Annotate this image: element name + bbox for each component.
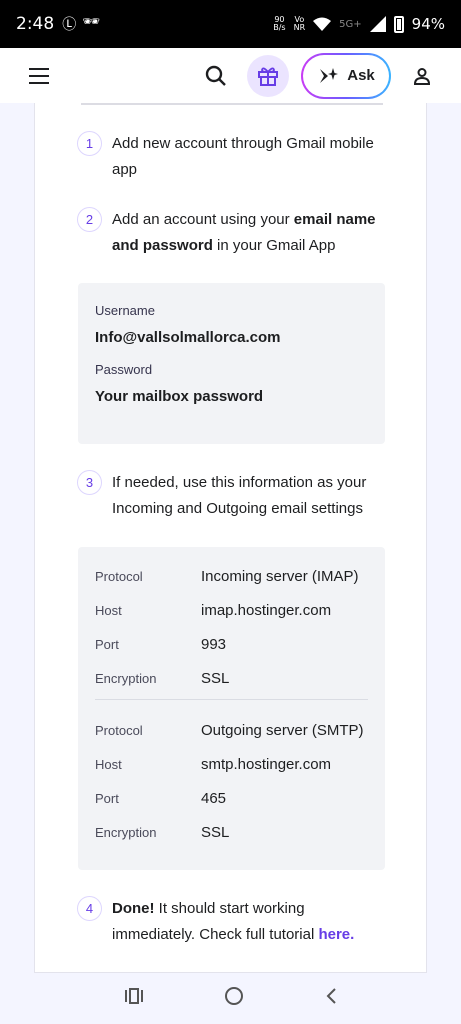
step-4: 4 Done! It should start working immediat… bbox=[77, 896, 387, 948]
incognito-icon: 🕶 bbox=[82, 14, 100, 30]
data-rate-indicator: 90 B/s bbox=[273, 15, 286, 32]
settings-row: Host imap.hostinger.com bbox=[95, 601, 332, 619]
tutorial-link[interactable]: here. bbox=[318, 926, 354, 943]
search-icon[interactable] bbox=[197, 57, 235, 95]
settings-row: Port 465 bbox=[95, 789, 227, 807]
username-value[interactable]: Info@vallsolmallorca.com bbox=[95, 329, 281, 346]
network-type: 5G+ bbox=[339, 18, 362, 30]
step-text: If needed, use this information as your … bbox=[112, 474, 367, 517]
step-number: 2 bbox=[77, 207, 102, 232]
settings-row: Encryption SSL bbox=[95, 669, 230, 687]
gift-icon[interactable] bbox=[247, 54, 289, 97]
top-navigation: Ask bbox=[0, 48, 461, 103]
settings-row: Port 993 bbox=[95, 635, 227, 653]
step-text: Add new account through Gmail mobile app bbox=[112, 135, 374, 178]
status-time: 2:48 bbox=[16, 14, 55, 34]
app-notification-icon: Ⓛ bbox=[62, 17, 77, 33]
settings-row: Encryption SSL bbox=[95, 823, 230, 841]
ask-button[interactable]: Ask bbox=[301, 53, 391, 99]
battery-percent: 94% bbox=[411, 15, 445, 33]
credentials-box: Username Info@vallsolmallorca.com Passwo… bbox=[78, 283, 385, 444]
recent-apps-button[interactable] bbox=[124, 988, 144, 1009]
step-3: 3 If needed, use this information as you… bbox=[77, 470, 387, 522]
password-label: Password bbox=[95, 362, 153, 377]
password-value: Your mailbox password bbox=[95, 388, 264, 405]
username-label: Username bbox=[95, 303, 155, 318]
system-navigation-bar bbox=[0, 973, 461, 1024]
settings-row: Protocol Incoming server (IMAP) bbox=[95, 567, 359, 585]
divider bbox=[81, 103, 383, 105]
settings-row: Protocol Outgoing server (SMTP) bbox=[95, 721, 364, 739]
step-text: Done! It should start working immediatel… bbox=[112, 900, 355, 943]
user-icon[interactable] bbox=[403, 57, 441, 95]
step-2: 2 Add an account using your email name a… bbox=[77, 207, 387, 259]
wifi-icon bbox=[313, 17, 332, 31]
home-button[interactable] bbox=[224, 986, 244, 1011]
step-number: 4 bbox=[77, 896, 102, 921]
step-number: 1 bbox=[77, 131, 102, 156]
volte-indicator: Vo NR bbox=[293, 15, 306, 32]
server-settings-box: Protocol Incoming server (IMAP) Host imap.… bbox=[78, 547, 385, 870]
ask-label: Ask bbox=[347, 67, 375, 84]
email-setup-card: 1 Add new account through Gmail mobile a… bbox=[34, 103, 427, 973]
battery-icon bbox=[393, 15, 404, 33]
step-text: Add an account using your email name and… bbox=[112, 211, 376, 254]
step-number: 3 bbox=[77, 470, 102, 495]
signal-icon bbox=[369, 16, 386, 32]
ai-sparkle-icon bbox=[320, 67, 339, 83]
divider bbox=[95, 699, 368, 700]
hamburger-menu-icon[interactable] bbox=[20, 57, 58, 95]
back-button[interactable] bbox=[324, 987, 338, 1010]
status-bar: 2:48 Ⓛ 🕶 90 B/s Vo NR 5G+ 94% bbox=[0, 0, 461, 48]
step-1: 1 Add new account through Gmail mobile a… bbox=[77, 131, 387, 183]
settings-row: Host smtp.hostinger.com bbox=[95, 755, 332, 773]
